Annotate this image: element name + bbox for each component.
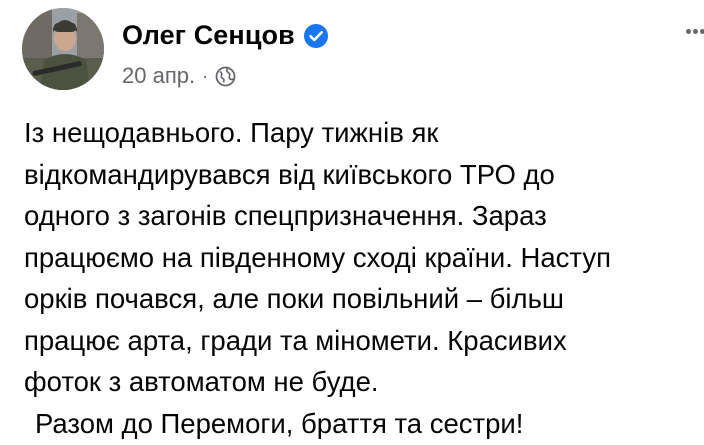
facebook-post: Олег Сенцов 20 апр. · Із нещодавнього. П…	[0, 0, 704, 445]
post-text-line: орків почався, але поки повільний – біль…	[24, 283, 564, 314]
post-text-line: фоток з автоматом не буде.	[24, 366, 379, 397]
post-text-line: відкомандирувався від київського ТРО до	[24, 158, 555, 190]
author-row: Олег Сенцов	[122, 20, 329, 51]
post-meta: 20 апр. ·	[122, 63, 329, 89]
author-name[interactable]: Олег Сенцов	[122, 20, 295, 51]
post-text-line: Разом до Перемоги, браття та сестри!	[35, 407, 524, 439]
verified-badge-icon	[303, 23, 329, 49]
meta-separator: ·	[202, 65, 209, 86]
post-timestamp[interactable]: 20 апр.	[122, 63, 195, 89]
post-header: Олег Сенцов 20 апр. ·	[122, 20, 329, 89]
post-text-line: Із нещодавнього. Пару тижнів як	[24, 117, 439, 148]
post-text-line: працює арта, гради та міномети. Красивих	[24, 324, 567, 356]
author-avatar[interactable]	[22, 8, 104, 90]
post-text-line: одного з загонів спецпризначення. Зараз	[24, 200, 547, 231]
post-text-line: працюємо на південному сході країни. Нас…	[24, 241, 611, 273]
more-options-icon[interactable]	[686, 26, 704, 38]
avatar-photo	[22, 8, 104, 90]
globe-icon[interactable]	[215, 66, 236, 87]
post-body: Із нещодавнього. Пару тижнів як відкоман…	[24, 112, 700, 444]
